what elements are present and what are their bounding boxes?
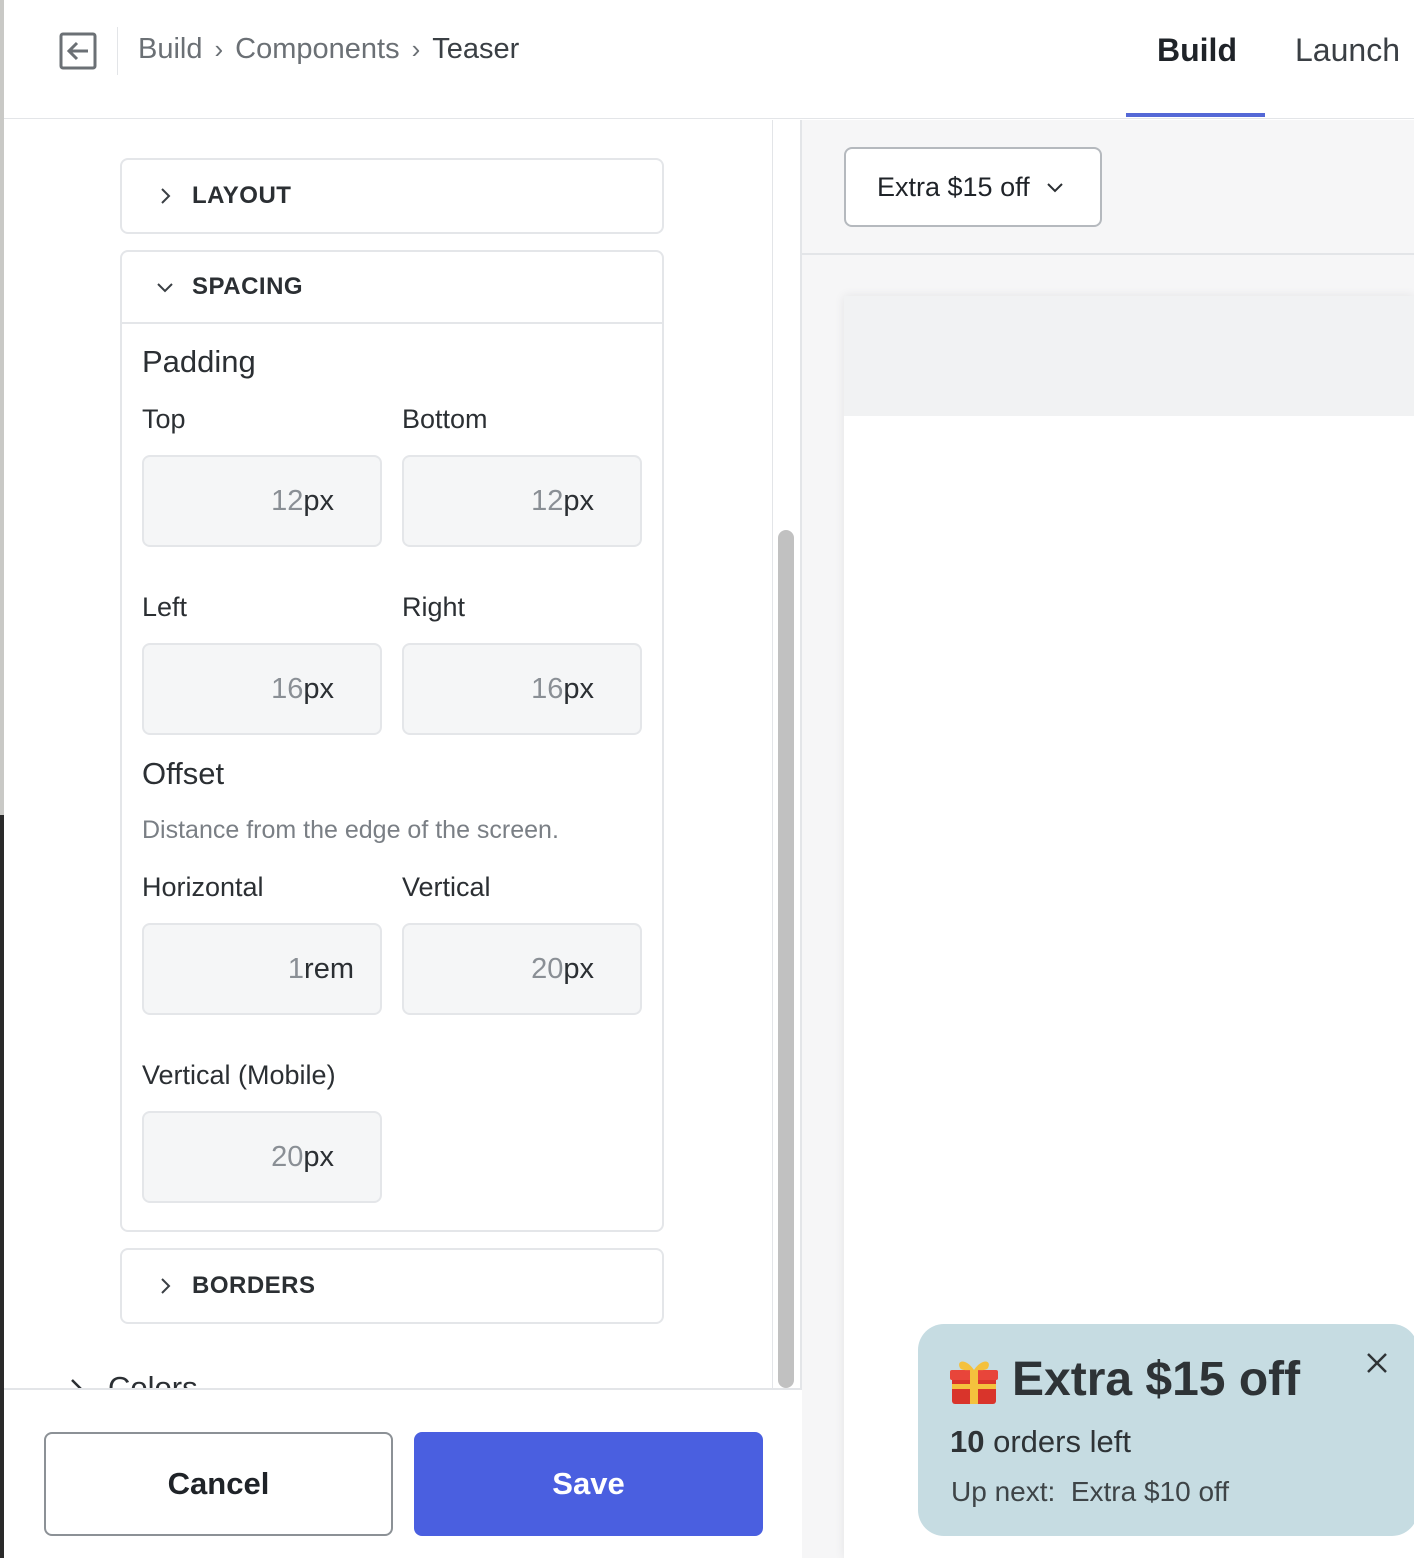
borders-section[interactable]: BORDERS <box>120 1248 664 1324</box>
breadcrumb-components[interactable]: Components <box>235 33 399 66</box>
padding-top-input[interactable]: 12px <box>142 455 382 547</box>
borders-section-title: BORDERS <box>192 1272 316 1299</box>
padding-right-input[interactable]: 16px <box>402 643 642 735</box>
close-icon[interactable] <box>1366 1352 1388 1374</box>
teaser-headline: Extra $15 off <box>1012 1353 1301 1406</box>
offset-help-text: Distance from the edge of the screen. <box>142 816 559 844</box>
padding-right-value: 16 <box>531 673 564 705</box>
offset-title: Offset <box>142 756 225 791</box>
settings-panel: LAYOUT SPACING Padding Top Bottom 12px 1… <box>4 120 802 1388</box>
padding-left-label: Left <box>142 592 188 622</box>
gift-icon <box>950 1361 998 1404</box>
padding-title: Padding <box>142 344 256 379</box>
padding-right-unit: px <box>563 673 594 705</box>
offset-horizontal-input[interactable]: 1rem <box>142 923 382 1015</box>
breadcrumb: Build › Components › Teaser <box>138 33 519 66</box>
offset-vertical-mobile-unit: px <box>303 1141 334 1173</box>
padding-left-value: 16 <box>271 673 304 705</box>
padding-bottom-input[interactable]: 12px <box>402 455 642 547</box>
spacing-section-title: SPACING <box>192 273 304 300</box>
borders-section-header[interactable]: BORDERS <box>122 1250 662 1322</box>
chevron-down-icon <box>157 283 173 293</box>
breadcrumb-separator: › <box>411 34 421 64</box>
header-divider <box>117 27 118 75</box>
padding-bottom-label: Bottom <box>402 404 488 434</box>
preview-page-header <box>844 296 1414 416</box>
colors-group-title: Colors <box>108 1370 198 1388</box>
padding-left-input[interactable]: 16px <box>142 643 382 735</box>
teaser-up-next: Up next: Extra $10 off <box>951 1476 1230 1507</box>
offset-horizontal-value: 1 <box>287 953 305 985</box>
chevron-right-icon <box>161 188 171 204</box>
teaser-orders-left: 10 orders left <box>950 1424 1131 1460</box>
padding-left-unit: px <box>303 673 334 705</box>
layout-section[interactable]: LAYOUT <box>120 158 664 234</box>
offset-vertical-mobile-value: 20 <box>271 1141 304 1173</box>
padding-top-unit: px <box>303 485 334 517</box>
teaser-widget[interactable]: Extra $15 off 10 orders left Up next: Ex… <box>918 1324 1414 1536</box>
app-frame: Build › Components › Teaser Build Launch… <box>0 0 1414 1558</box>
layout-section-title: LAYOUT <box>192 182 292 209</box>
padding-bottom-unit: px <box>563 485 594 517</box>
chevron-down-icon <box>1046 183 1063 193</box>
offset-horizontal-label: Horizontal <box>142 872 264 902</box>
offset-vertical-label: Vertical <box>402 872 491 902</box>
variant-select-value: Extra $15 off <box>877 171 1030 202</box>
layout-section-header[interactable]: LAYOUT <box>122 160 662 232</box>
colors-group-header[interactable]: Colors <box>64 1370 198 1388</box>
preview-toolbar: Extra $15 off <box>802 120 1414 255</box>
tab-launch[interactable]: Launch <box>1295 32 1400 69</box>
padding-bottom-value: 12 <box>531 485 564 517</box>
active-tab-indicator <box>1126 113 1265 117</box>
tab-build[interactable]: Build <box>1157 32 1237 69</box>
top-header: Build › Components › Teaser Build Launch <box>4 0 1414 119</box>
offset-vertical-mobile-label: Vertical (Mobile) <box>142 1060 336 1090</box>
teaser-orders-count: 10 <box>950 1424 985 1459</box>
spacing-section-header[interactable]: SPACING <box>122 252 662 324</box>
offset-vertical-value: 20 <box>531 953 564 985</box>
padding-top-value: 12 <box>271 485 304 517</box>
breadcrumb-teaser: Teaser <box>432 33 520 65</box>
scrollbar-thumb[interactable] <box>778 530 794 1388</box>
offset-vertical-mobile-input[interactable]: 20px <box>142 1111 382 1203</box>
padding-top-label: Top <box>142 404 186 434</box>
offset-vertical-unit: px <box>563 953 594 985</box>
padding-right-label: Right <box>402 592 466 622</box>
teaser-orders-text: orders left <box>984 1424 1131 1459</box>
chevron-right-icon <box>161 1278 171 1294</box>
breadcrumb-build[interactable]: Build <box>138 33 203 66</box>
spacing-section: SPACING Padding Top Bottom 12px 12px Lef… <box>120 250 664 1232</box>
exit-icon[interactable] <box>58 31 98 71</box>
chevron-right-icon <box>71 1379 82 1388</box>
variant-select[interactable]: Extra $15 off <box>844 147 1102 227</box>
preview-canvas: Extra $15 off 10 orders left Up next: Ex… <box>844 296 1414 1558</box>
offset-vertical-input[interactable]: 20px <box>402 923 642 1015</box>
save-button[interactable]: Save <box>414 1432 763 1536</box>
scroll-track-border <box>772 120 773 1388</box>
cancel-button[interactable]: Cancel <box>44 1432 393 1536</box>
offset-horizontal-unit: rem <box>304 953 354 985</box>
breadcrumb-separator: › <box>214 34 224 64</box>
preview-area: Extra $15 off Extra $15 off 10 orders le… <box>802 120 1414 1558</box>
action-footer: Cancel Save <box>4 1388 802 1558</box>
